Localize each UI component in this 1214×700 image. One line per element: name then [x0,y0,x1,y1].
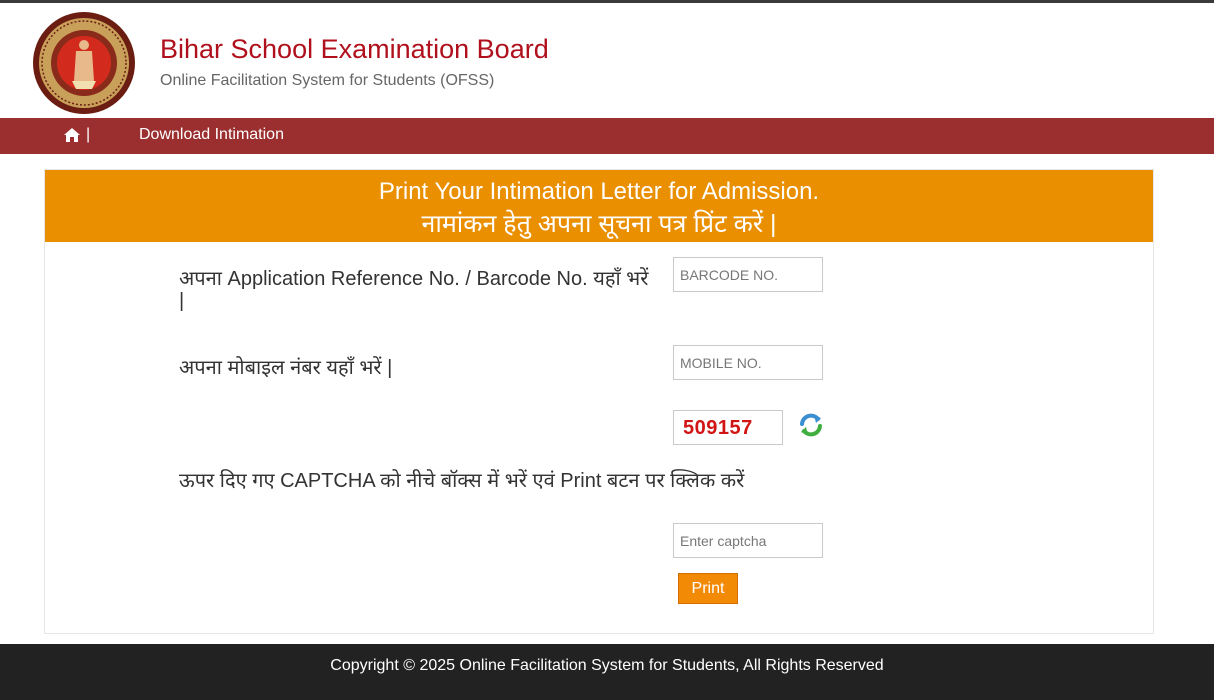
site-header: Bihar School Examination Board Online Fa… [0,3,1214,118]
barcode-input[interactable] [673,257,823,292]
panel-heading-hindi: नामांकन हेतु अपना सूचना पत्र प्रिंट करें… [421,210,777,238]
barcode-label: अपना Application Reference No. / Barcode… [179,268,649,312]
captcha-input[interactable] [673,523,823,558]
captcha-code: 509157 [673,410,783,445]
bseb-logo-seal [33,12,135,114]
site-subtitle: Online Facilitation System for Students … [160,72,495,89]
main-navbar: | Download Intimation [0,118,1214,154]
home-icon[interactable] [63,126,81,144]
intimation-panel: Print Your Intimation Letter for Admissi… [44,169,1154,634]
mobile-input[interactable] [673,345,823,380]
panel-heading: Print Your Intimation Letter for Admissi… [45,170,1153,242]
site-footer: Copyright © 2025 Online Facilitation Sys… [0,644,1214,700]
captcha-instruction: ऊपर दिए गए CAPTCHA को नीचे बॉक्स में भरे… [179,470,745,492]
panel-heading-english: Print Your Intimation Letter for Admissi… [378,178,820,205]
site-title: Bihar School Examination Board [160,34,549,64]
nav-separator: | [86,126,91,143]
print-button[interactable]: Print [678,573,738,604]
mobile-label: अपना मोबाइल नंबर यहाँ भरें | [179,357,393,379]
nav-download-intimation[interactable]: Download Intimation [139,126,284,144]
refresh-icon[interactable] [797,411,825,439]
